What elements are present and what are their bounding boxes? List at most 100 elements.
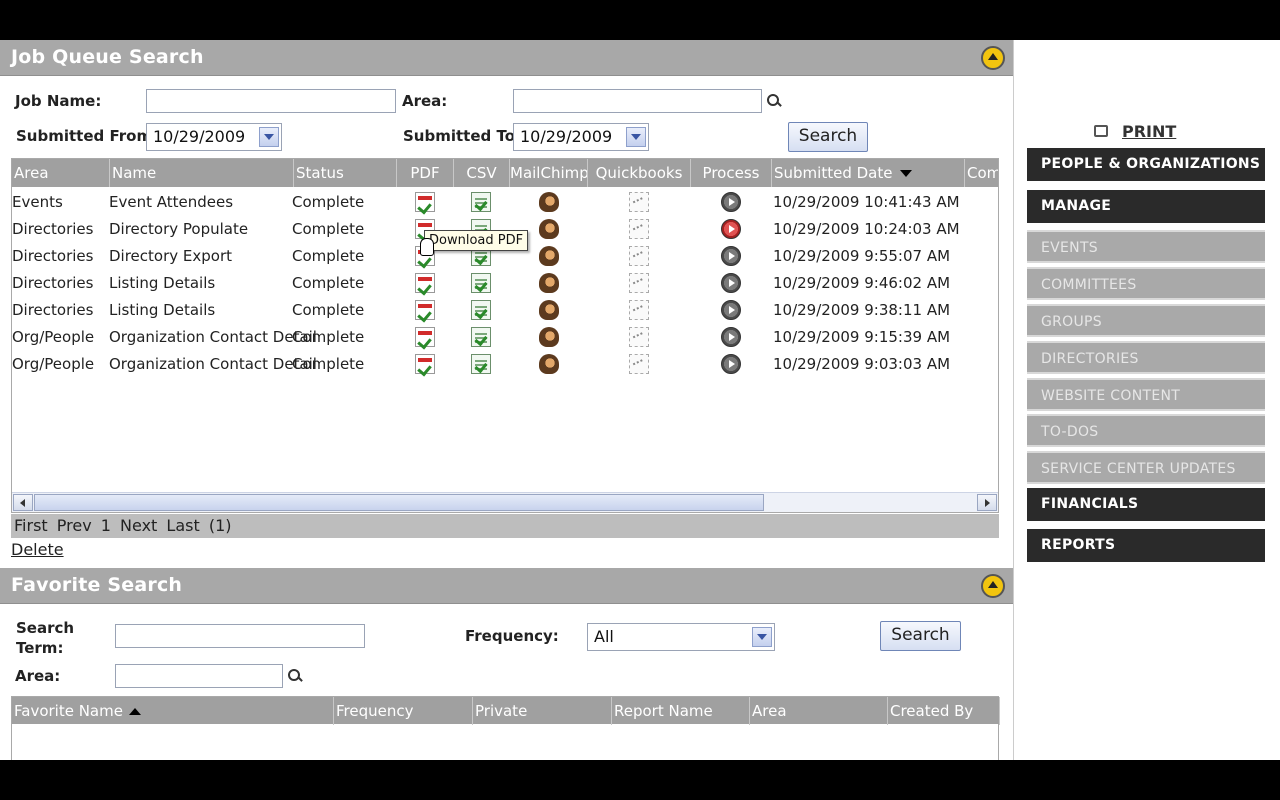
pdf-download-icon[interactable]	[415, 273, 435, 293]
quickbooks-icon[interactable]	[629, 300, 649, 320]
table-row[interactable]: Directories Listing Details Complete 10/29/…	[12, 297, 998, 324]
scroll-thumb[interactable]	[34, 494, 764, 511]
mailchimp-icon[interactable]	[539, 300, 559, 320]
pdf-download-icon[interactable]	[415, 354, 435, 374]
table-row[interactable]: Directories Listing Details Complete 10/29/…	[12, 270, 998, 297]
col-status[interactable]: Status	[294, 159, 397, 187]
cell-area: Directories	[12, 220, 94, 238]
submitted-from-select[interactable]: 10/29/2009	[146, 123, 282, 151]
pdf-download-icon[interactable]	[415, 300, 435, 320]
col-frequency[interactable]: Frequency	[334, 697, 473, 725]
csv-download-icon[interactable]	[471, 354, 491, 374]
mailchimp-icon[interactable]	[539, 246, 559, 266]
pdf-download-icon[interactable]	[415, 192, 435, 212]
table-row[interactable]: Org/People Organization Contact Detail Com…	[12, 351, 998, 378]
cell-area: Org/People	[12, 355, 95, 373]
frequency-select[interactable]: All	[587, 623, 775, 651]
col-favorite-name[interactable]: Favorite Name	[12, 697, 334, 725]
pager-next[interactable]: Next	[120, 516, 157, 535]
sidebar-item-financials[interactable]: FINANCIALS	[1027, 488, 1265, 521]
quickbooks-icon[interactable]	[629, 192, 649, 212]
process-play-icon[interactable]	[721, 354, 741, 374]
col-pdf[interactable]: PDF	[397, 159, 454, 187]
col-submitted-date[interactable]: Submitted Date	[772, 159, 965, 187]
quickbooks-icon[interactable]	[629, 219, 649, 239]
printer-icon[interactable]	[1094, 125, 1108, 137]
search-icon[interactable]	[767, 94, 781, 108]
delete-link[interactable]: Delete	[11, 540, 64, 559]
chevron-down-icon[interactable]	[259, 127, 279, 147]
favorite-search-button[interactable]: Search	[880, 621, 961, 651]
mailchimp-icon[interactable]	[539, 192, 559, 212]
sidebar-item-to-dos[interactable]: TO-DOS	[1027, 414, 1265, 447]
col-name[interactable]: Name	[110, 159, 294, 187]
collapse-up-icon[interactable]	[981, 46, 1005, 70]
collapse-up-icon[interactable]	[981, 574, 1005, 598]
quickbooks-icon[interactable]	[629, 246, 649, 266]
quickbooks-icon[interactable]	[629, 354, 649, 374]
col-comments[interactable]: Com	[965, 159, 998, 187]
process-play-icon[interactable]	[721, 273, 741, 293]
process-play-icon[interactable]	[721, 192, 741, 212]
cell-status: Complete	[292, 328, 365, 346]
job-queue-title: Job Queue Search	[11, 46, 204, 68]
horizontal-scrollbar[interactable]	[12, 492, 998, 512]
job-search-button[interactable]: Search	[788, 122, 868, 152]
sidebar-item-website-content[interactable]: WEBSITE CONTENT	[1027, 378, 1265, 411]
cell-area: Directories	[12, 301, 94, 319]
scroll-left-icon[interactable]	[13, 494, 33, 511]
col-report-name[interactable]: Report Name	[612, 697, 750, 725]
submitted-from-label: Submitted From:	[16, 127, 159, 145]
pager-prev[interactable]: Prev	[57, 516, 92, 535]
sidebar-item-manage[interactable]: MANAGE	[1027, 190, 1265, 223]
col-csv[interactable]: CSV	[454, 159, 510, 187]
sidebar-item-events[interactable]: EVENTS	[1027, 230, 1265, 263]
csv-download-icon[interactable]	[471, 327, 491, 347]
csv-download-icon[interactable]	[471, 273, 491, 293]
chevron-down-icon[interactable]	[752, 627, 772, 647]
col-private[interactable]: Private	[473, 697, 612, 725]
col-process[interactable]: Process	[691, 159, 772, 187]
col-fav-area[interactable]: Area	[750, 697, 888, 725]
process-play-icon[interactable]	[721, 300, 741, 320]
print-link[interactable]: PRINT	[1122, 122, 1176, 141]
csv-download-icon[interactable]	[471, 192, 491, 212]
table-row[interactable]: Org/People Organization Contact Detail Com…	[12, 324, 998, 351]
favorite-area-input[interactable]	[115, 664, 283, 688]
sidebar-item-committees[interactable]: COMMITTEES	[1027, 267, 1265, 300]
process-play-icon[interactable]	[721, 246, 741, 266]
sidebar-item-groups[interactable]: GROUPS	[1027, 304, 1265, 337]
job-name-input[interactable]	[146, 89, 396, 113]
pager-last[interactable]: Last	[166, 516, 199, 535]
col-area[interactable]: Area	[12, 159, 110, 187]
mailchimp-icon[interactable]	[539, 354, 559, 374]
csv-download-icon[interactable]	[471, 300, 491, 320]
col-mailchimp[interactable]: MailChimp	[510, 159, 588, 187]
pager-first[interactable]: First	[14, 516, 48, 535]
mailchimp-icon[interactable]	[539, 327, 559, 347]
table-row[interactable]: Events Event Attendees Complete 10/29/2009 …	[12, 189, 998, 216]
mailchimp-icon[interactable]	[539, 219, 559, 239]
scroll-right-icon[interactable]	[977, 494, 997, 511]
search-term-label-line2: Term:	[16, 639, 64, 657]
col-created-by[interactable]: Created By	[888, 697, 1000, 725]
search-icon[interactable]	[288, 669, 302, 683]
submitted-to-select[interactable]: 10/29/2009	[513, 123, 649, 151]
sidebar-item-directories[interactable]: DIRECTORIES	[1027, 341, 1265, 374]
sidebar-item-reports[interactable]: REPORTS	[1027, 529, 1265, 562]
pdf-download-icon[interactable]	[415, 327, 435, 347]
process-play-icon[interactable]	[721, 219, 741, 239]
quickbooks-icon[interactable]	[629, 327, 649, 347]
area-input[interactable]	[513, 89, 762, 113]
mailchimp-icon[interactable]	[539, 273, 559, 293]
cell-area: Directories	[12, 247, 94, 265]
col-quickbooks[interactable]: Quickbooks	[588, 159, 691, 187]
process-play-icon[interactable]	[721, 327, 741, 347]
quickbooks-icon[interactable]	[629, 273, 649, 293]
sidebar-item-service-center-updates[interactable]: SERVICE CENTER UPDATES	[1027, 451, 1265, 484]
pager-page[interactable]: 1	[101, 516, 111, 535]
search-term-input[interactable]	[115, 624, 365, 648]
sidebar-item-people-organizations[interactable]: PEOPLE & ORGANIZATIONS	[1027, 148, 1265, 181]
chevron-down-icon[interactable]	[626, 127, 646, 147]
cell-name: Listing Details	[109, 274, 216, 292]
